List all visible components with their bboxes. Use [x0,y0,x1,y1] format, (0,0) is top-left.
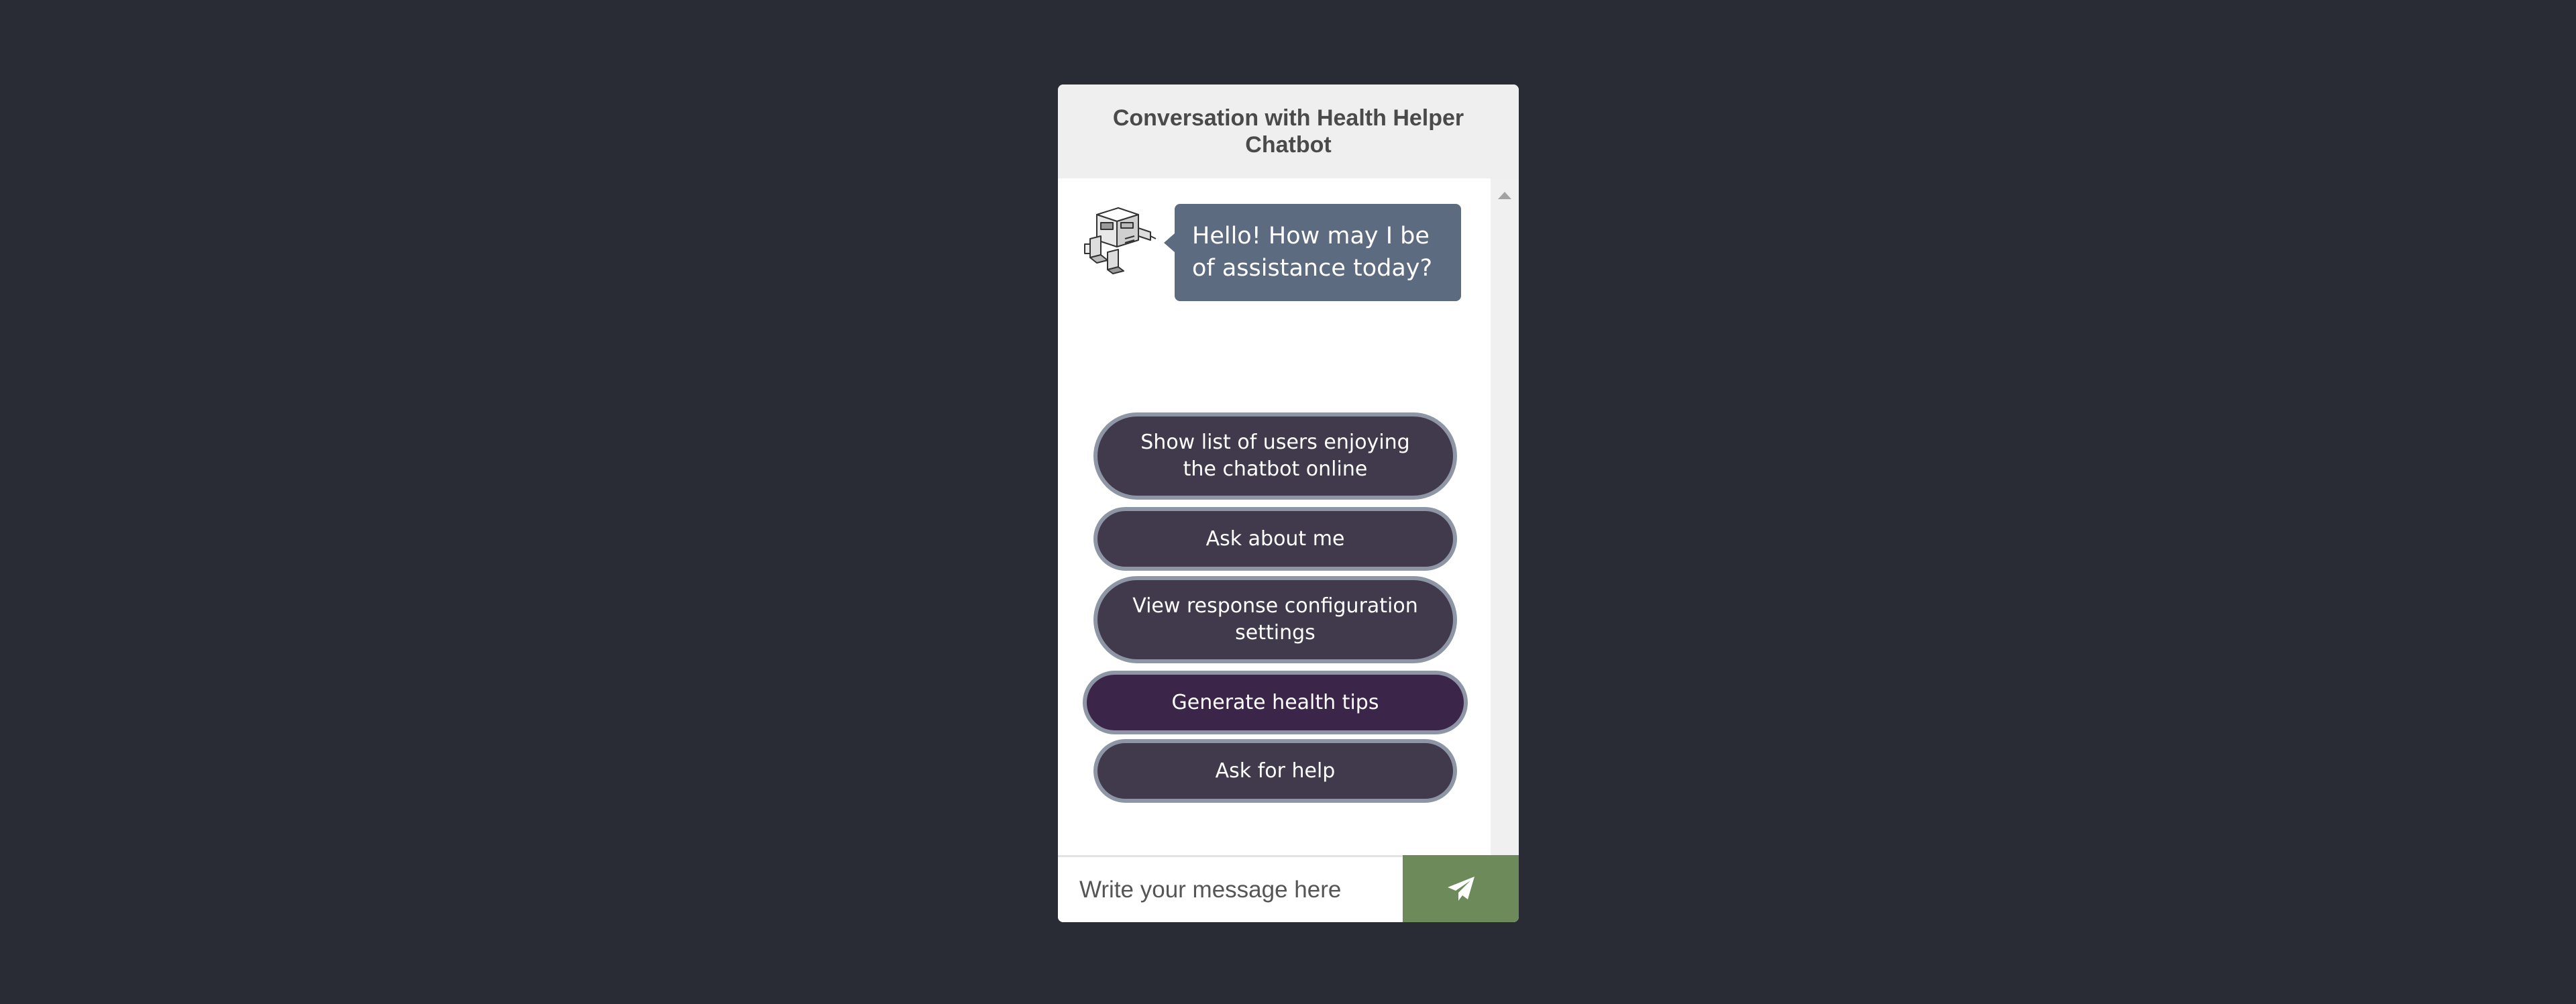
paper-plane-icon [1447,877,1474,901]
chat-header: Conversation with Health Helper Chatbot [1058,85,1519,178]
option-ask-about-me-button[interactable]: Ask about me [1093,507,1457,571]
message-composer [1058,855,1519,922]
messages-scrollbar[interactable] [1491,178,1519,857]
send-button[interactable] [1403,855,1519,922]
robot-icon [1084,207,1157,274]
message-list[interactable]: Hello! How may I be of assistance today?… [1058,178,1491,857]
option-show-users-button[interactable]: Show list of users enjoying the chatbot … [1093,412,1457,500]
chat-window: Conversation with Health Helper Chatbot [1058,85,1519,922]
scroll-up-arrow-icon[interactable] [1498,192,1511,199]
option-view-config-button[interactable]: View response configuration settings [1093,576,1457,663]
option-generate-health-tips-button[interactable]: Generate health tips [1083,671,1468,734]
chat-title: Conversation with Health Helper Chatbot [1112,105,1464,158]
bot-message: Hello! How may I be of assistance today? [1164,204,1461,301]
message-input[interactable] [1058,857,1403,922]
option-ask-for-help-button[interactable]: Ask for help [1093,739,1457,803]
